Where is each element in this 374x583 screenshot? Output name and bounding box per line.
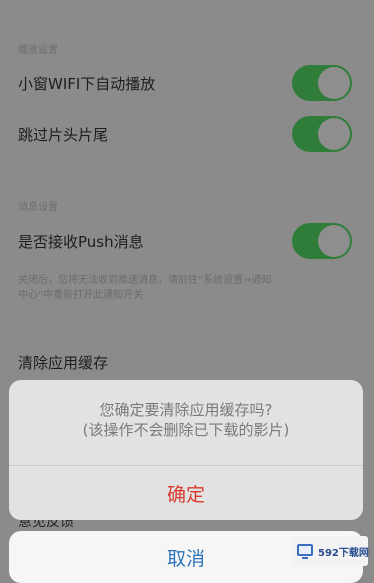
confirm-button[interactable]: 确定 — [9, 466, 363, 520]
action-sheet-message: 您确定要清除应用缓存吗? (该操作不会删除已下载的影片) — [9, 380, 363, 466]
toggle-knob — [318, 118, 350, 150]
hint-line: 关闭后，您将无法收到推送消息，请前往“系统设置→通知 — [18, 275, 272, 286]
row-label: 跳过片头片尾 — [18, 125, 109, 144]
message-line: 您确定要清除应用缓存吗? — [99, 401, 273, 419]
watermark: 592下载网 — [292, 536, 369, 566]
message-line: (该操作不会删除已下载的影片) — [82, 421, 290, 439]
row-label: 是否接收Push消息 — [18, 232, 144, 251]
push-toggle[interactable] — [292, 223, 352, 259]
settings-row-clear-cache[interactable]: 清除应用缓存 — [0, 339, 374, 385]
settings-row-push[interactable]: 是否接收Push消息 — [0, 218, 374, 264]
settings-row-wifi-autoplay[interactable]: 小窗WIFI下自动播放 — [0, 60, 374, 106]
row-label: 小窗WIFI下自动播放 — [18, 74, 156, 93]
row-label: 清除应用缓存 — [18, 353, 109, 372]
settings-row-skip-intro[interactable]: 跳过片头片尾 — [0, 111, 374, 157]
section-header-message: 消息设置 — [18, 202, 58, 213]
wifi-autoplay-toggle[interactable] — [292, 65, 352, 101]
confirm-action-sheet: 您确定要清除应用缓存吗? (该操作不会删除已下载的影片) 确定 — [9, 380, 363, 520]
toggle-knob — [318, 67, 350, 99]
section-header-playback: 播放设置 — [18, 45, 58, 56]
skip-intro-toggle[interactable] — [292, 116, 352, 152]
watermark-text: 592下载网 — [318, 547, 369, 559]
logo-icon — [296, 542, 314, 560]
hint-line: 中心”中重新打开此通知开关 — [18, 290, 144, 301]
toggle-knob — [318, 225, 350, 257]
push-hint: 关闭后，您将无法收到推送消息，请前往“系统设置→通知 中心”中重新打开此通知开关 — [18, 273, 348, 303]
